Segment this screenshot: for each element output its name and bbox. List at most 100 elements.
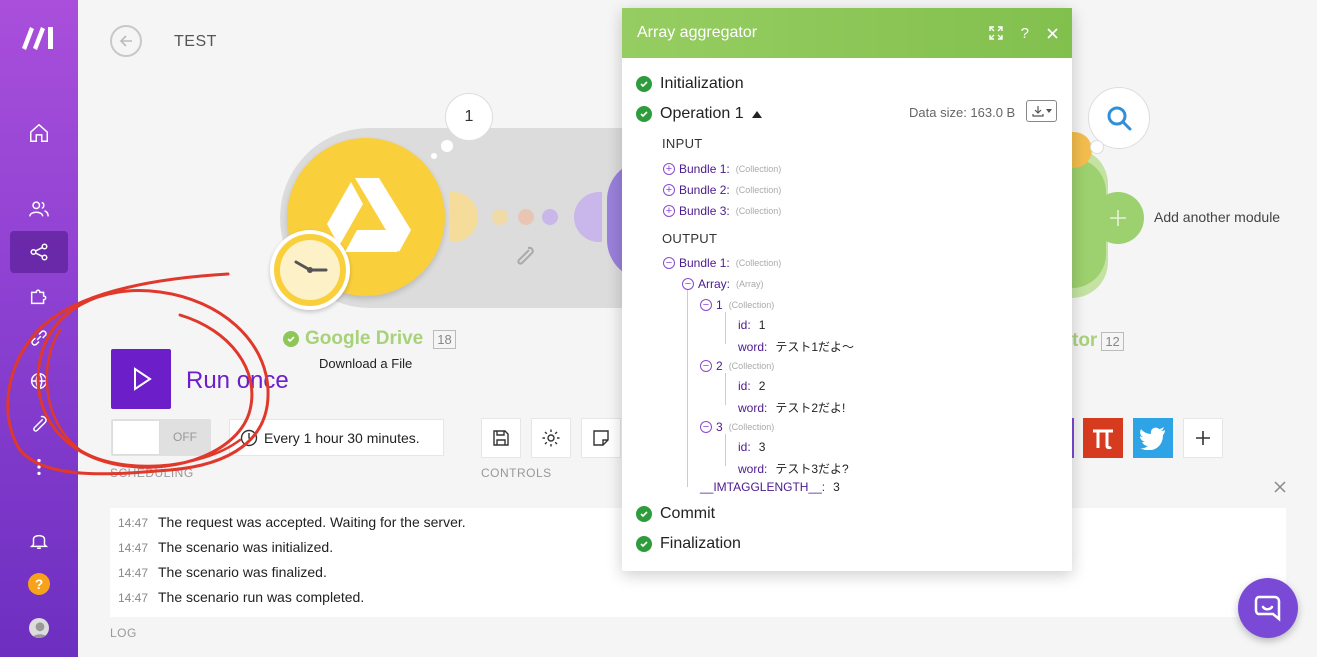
google-drive-label: Google Drive 18	[283, 328, 456, 350]
schedule-text: Every 1 hour 30 minutes.	[264, 429, 420, 446]
tree-node[interactable]: − 1 (Collection)	[700, 298, 774, 312]
close-icon[interactable]	[1047, 27, 1058, 39]
tree-node[interactable]: + Bundle 1: (Collection)	[663, 162, 781, 176]
collapse-minus-icon[interactable]: −	[682, 278, 694, 290]
share-icon	[30, 243, 48, 261]
log-time: 14:47	[118, 541, 149, 555]
more-vertical-icon	[37, 458, 41, 476]
tree-node[interactable]: + Bundle 3: (Collection)	[663, 204, 781, 218]
chat-icon	[1254, 595, 1281, 622]
tree-node[interactable]: − Bundle 1: (Collection)	[663, 256, 781, 270]
route-wrench-icon[interactable]	[514, 245, 536, 272]
expand-plus-icon[interactable]: +	[663, 205, 675, 217]
log-text: The scenario was finalized.	[158, 564, 327, 580]
help-icon[interactable]: ?	[1021, 25, 1029, 42]
link-icon	[31, 330, 47, 346]
download-button[interactable]	[1026, 100, 1057, 122]
tree-guide	[725, 373, 726, 405]
aggregator-label: tor 12	[1072, 330, 1124, 352]
tree-guide	[725, 434, 726, 466]
home-icon	[30, 123, 48, 142]
tree-leaf: __IMTAGGLENGTH__: 3	[700, 480, 840, 494]
sidebar-item-webhooks[interactable]	[10, 360, 68, 402]
module-action-label: Download a File	[319, 356, 413, 371]
operation-count-bubble[interactable]: 1	[445, 93, 493, 141]
scheduling-toggle[interactable]: OFF	[111, 419, 211, 456]
sidebar-item-keys[interactable]	[10, 403, 68, 445]
bubble-tail	[430, 152, 438, 160]
add-module-button[interactable]	[1092, 192, 1144, 244]
sidebar-item-connections[interactable]	[10, 317, 68, 359]
schedule-clock-icon[interactable]	[270, 230, 350, 310]
download-icon	[1031, 106, 1044, 117]
check-icon	[636, 536, 652, 552]
collapse-minus-icon[interactable]: −	[700, 421, 712, 433]
tree-leaf: word: テスト1だよ〜	[738, 339, 855, 355]
tree-leaf: id: 2	[738, 379, 766, 393]
sidebar-item-scenarios[interactable]	[10, 231, 68, 273]
caret-up-icon[interactable]	[751, 110, 762, 118]
sidebar-item-notifications[interactable]	[10, 519, 68, 561]
make-logo-icon[interactable]	[20, 24, 58, 50]
collapse-minus-icon[interactable]: −	[700, 299, 712, 311]
add-module-label[interactable]: Add another module	[1154, 209, 1280, 225]
stage-initialization[interactable]: Initialization	[636, 75, 744, 93]
stage-label: Operation 1	[660, 105, 744, 122]
users-icon	[29, 201, 49, 217]
check-icon	[636, 76, 652, 92]
plus-icon	[1196, 431, 1210, 445]
stage-finalization[interactable]: Finalization	[636, 535, 741, 553]
pi-icon	[1093, 429, 1113, 450]
chat-button[interactable]	[1238, 578, 1298, 638]
module-name: tor	[1072, 330, 1098, 351]
bubble-tail	[440, 139, 454, 153]
tree-guide	[687, 290, 688, 487]
log-row: 14:47 The scenario run was completed.	[110, 589, 1286, 614]
search-icon	[1107, 106, 1132, 131]
sidebar-item-help[interactable]: ?	[10, 563, 68, 605]
stage-label: Initialization	[660, 75, 744, 92]
sidebar-item-more[interactable]	[10, 446, 68, 488]
log-time: 14:47	[118, 591, 149, 605]
math-tool-button[interactable]	[1083, 418, 1123, 458]
connector-dot	[542, 209, 558, 225]
clock-icon	[240, 429, 258, 446]
run-once-label[interactable]: Run once	[186, 367, 289, 395]
collapse-minus-icon[interactable]: −	[663, 257, 675, 269]
tree-node[interactable]: + Bundle 2: (Collection)	[663, 183, 781, 197]
expand-plus-icon[interactable]: +	[663, 163, 675, 175]
tree-node[interactable]: − 3 (Collection)	[700, 420, 774, 434]
data-size: Data size: 163.0 B	[909, 105, 1016, 120]
log-text: The scenario was initialized.	[158, 539, 334, 555]
stage-operation[interactable]: Operation 1	[636, 105, 762, 123]
twitter-tool-button[interactable]	[1133, 418, 1173, 458]
settings-button[interactable]	[531, 418, 571, 458]
help-icon: ?	[28, 573, 50, 595]
connector-dot	[518, 209, 534, 225]
tree-node[interactable]: − 2 (Collection)	[700, 359, 774, 373]
run-once-button[interactable]	[111, 349, 171, 409]
expand-plus-icon[interactable]: +	[663, 184, 675, 196]
add-tool-button[interactable]	[1183, 418, 1223, 458]
save-button[interactable]	[481, 418, 521, 458]
note-icon	[593, 430, 609, 446]
gear-icon	[542, 429, 560, 447]
tree-node[interactable]: − Array: (Array)	[682, 277, 764, 291]
sidebar-item-team[interactable]	[10, 188, 68, 230]
sidebar-item-templates[interactable]	[10, 275, 68, 317]
schedule-setting[interactable]: Every 1 hour 30 minutes.	[229, 419, 444, 456]
expand-icon[interactable]	[988, 26, 1003, 40]
bubble-tail	[1090, 140, 1104, 154]
collapse-minus-icon[interactable]: −	[700, 360, 712, 372]
tree-leaf: word: テスト3だよ?	[738, 461, 849, 477]
back-button[interactable]	[110, 25, 142, 57]
log-text: The scenario run was completed.	[158, 589, 365, 605]
plus-icon	[1110, 210, 1126, 226]
sidebar-item-profile[interactable]	[10, 607, 68, 649]
sidebar-item-home[interactable]	[10, 112, 68, 154]
log-time: 14:47	[118, 516, 149, 530]
page-title: TEST	[174, 33, 217, 50]
notes-button[interactable]	[581, 418, 621, 458]
stage-commit[interactable]: Commit	[636, 505, 715, 523]
log-close-button[interactable]	[1274, 480, 1286, 498]
